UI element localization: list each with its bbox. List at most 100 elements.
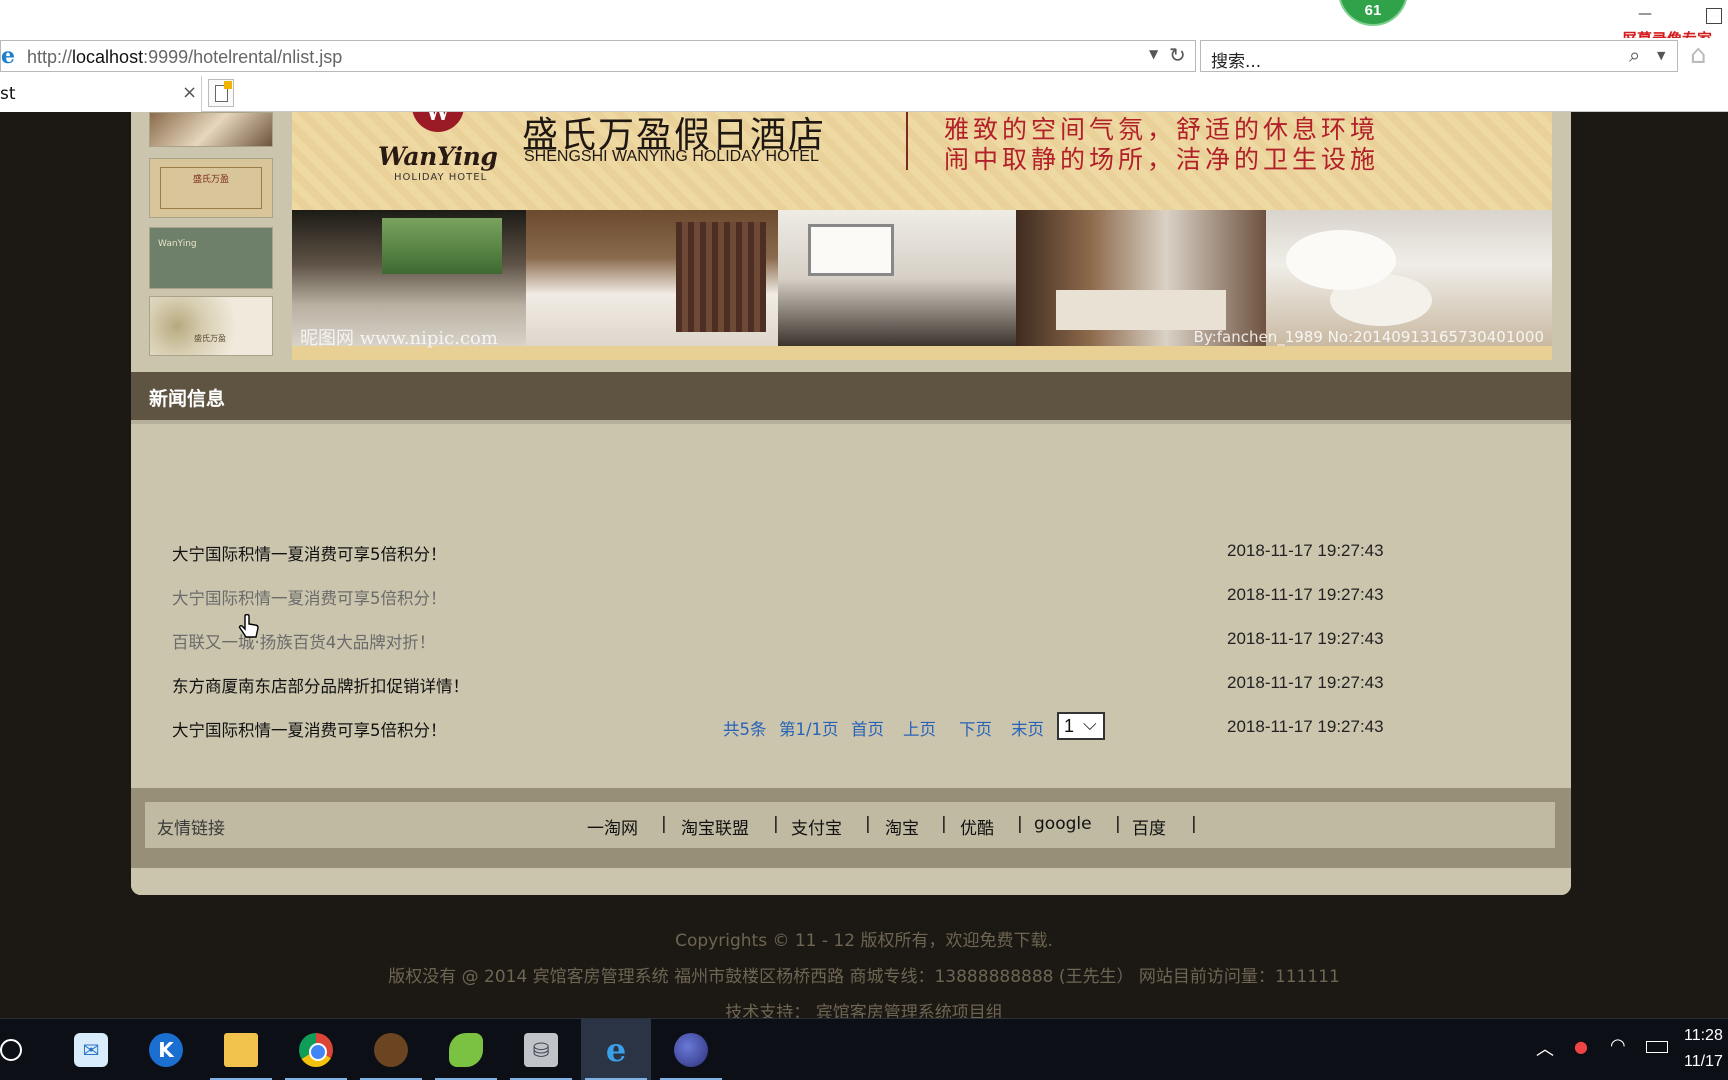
- game-app-icon[interactable]: [356, 1019, 426, 1080]
- hand-cursor-icon: [238, 614, 259, 638]
- refresh-icon[interactable]: ↻: [1169, 43, 1186, 67]
- home-icon[interactable]: ⌂: [1690, 40, 1707, 70]
- thumbnail-image[interactable]: WanYing: [149, 227, 273, 289]
- database-tool-icon[interactable]: ⛁: [506, 1019, 576, 1080]
- qq-icon[interactable]: ●: [1574, 1037, 1588, 1056]
- friend-link[interactable]: 一淘网: [587, 814, 638, 839]
- page-select-value: 1: [1064, 716, 1075, 736]
- news-item: 百联又一城·扬族百货4大品牌对折！ 2018-11-17 19:27:43: [172, 629, 1512, 659]
- friend-links-section: 友情链接 一淘网 | 淘宝联盟 | 支付宝 | 淘宝 | 优酷 | google…: [131, 788, 1571, 868]
- news-date: 2018-11-17 19:27:43: [1227, 629, 1384, 648]
- prev-page-link[interactable]: 上页: [903, 716, 936, 740]
- link-separator: |: [941, 814, 947, 834]
- friend-link[interactable]: 支付宝: [791, 814, 842, 839]
- news-title-link[interactable]: 大宁国际积情一夏消费可享5倍积分！: [172, 541, 447, 565]
- pager-current-page: 第1/1页: [779, 720, 839, 739]
- section-header: 新闻信息: [131, 372, 1571, 420]
- image-watermark: 昵图网 www.nipic.com: [300, 328, 498, 349]
- thumbnail-image[interactable]: 盛氏万盈: [149, 158, 273, 218]
- friend-link[interactable]: 淘宝联盟: [681, 814, 749, 839]
- battery-icon[interactable]: [1646, 1041, 1668, 1053]
- link-separator: |: [1017, 814, 1023, 834]
- news-item: 东方商厦南东店部分品牌折扣促销详情！ 2018-11-17 19:27:43: [172, 673, 1512, 703]
- hotel-logo-icon: W: [412, 112, 464, 132]
- link-separator: |: [773, 814, 779, 834]
- banner-brand-area: W WanYing HOLIDAY HOTEL 盛氏万盈假日酒店 SHENGSH…: [292, 112, 1552, 210]
- news-title-link[interactable]: 大宁国际积情一夏消费可享5倍积分！: [172, 585, 447, 609]
- tab-title: st: [0, 84, 16, 104]
- minimize-icon[interactable]: —: [1638, 6, 1656, 24]
- k-app-icon[interactable]: K: [131, 1019, 201, 1080]
- banner-divider: [906, 112, 908, 170]
- news-date: 2018-11-17 19:27:43: [1227, 717, 1384, 736]
- folder-icon: [224, 1033, 258, 1067]
- tab-current[interactable]: st ×: [0, 76, 202, 112]
- friend-links-label: 友情链接: [157, 819, 225, 839]
- news-item: 大宁国际积情一夏消费可享5倍积分！ 2018-11-17 19:27:43: [172, 585, 1512, 615]
- address-dropdown-icon[interactable]: ▼: [1149, 47, 1158, 61]
- news-title-link[interactable]: 东方商厦南东店部分品牌折扣促销详情！: [172, 673, 469, 697]
- search-icon[interactable]: ⌕: [1629, 43, 1640, 67]
- suite-photo: [1016, 210, 1266, 346]
- game-icon: [374, 1033, 408, 1067]
- news-date: 2018-11-17 19:27:43: [1227, 585, 1384, 604]
- footer-support: 技术支持： 宾馆客房管理系统项目组: [725, 1003, 1003, 1018]
- news-title-link[interactable]: 百联又一城·扬族百货4大品牌对折！: [172, 629, 435, 653]
- logo-subtitle: HOLIDAY HOTEL: [394, 172, 488, 183]
- next-page-link[interactable]: 下页: [959, 716, 992, 740]
- news-title-link[interactable]: 大宁国际积情一夏消费可享5倍积分！: [172, 717, 447, 741]
- leaf-app-icon[interactable]: [431, 1019, 501, 1080]
- link-separator: |: [1191, 814, 1197, 834]
- friend-link[interactable]: 百度: [1132, 814, 1166, 839]
- mail-app-icon[interactable]: ✉: [56, 1019, 126, 1080]
- friend-link[interactable]: 淘宝: [885, 814, 919, 839]
- last-page-link[interactable]: 末页: [1011, 716, 1044, 740]
- search-input[interactable]: 搜索...: [1211, 47, 1261, 72]
- image-watermark: By:fanchen_1989 No:20140913165730401000: [1193, 328, 1544, 346]
- url-text[interactable]: http://localhost:9999/hotelrental/nlist.…: [27, 47, 342, 68]
- file-explorer-icon[interactable]: [206, 1019, 276, 1080]
- clock-date[interactable]: 11/17: [1684, 1053, 1723, 1071]
- pager-total: 共5条: [723, 720, 767, 739]
- thumbnail-image[interactable]: [149, 112, 273, 147]
- search-circle-icon[interactable]: [0, 1039, 22, 1061]
- new-tab-icon[interactable]: [208, 79, 234, 107]
- first-page-link[interactable]: 首页: [851, 716, 884, 740]
- thumbnail-image[interactable]: 盛氏万盈: [149, 296, 273, 356]
- clock-time[interactable]: 11:28: [1684, 1027, 1723, 1045]
- leaf-icon: [449, 1033, 483, 1067]
- chrome-logo-icon: [299, 1033, 333, 1067]
- mail-icon: ✉: [74, 1033, 108, 1067]
- tab-strip: st ×: [0, 74, 1728, 112]
- thumbnail-logo-card: 盛氏万盈: [160, 167, 262, 209]
- page-header: 盛氏万盈 WanYing 盛氏万盈 W WanYing HOLIDAY HOTE…: [131, 112, 1571, 372]
- chevron-up-icon[interactable]: ︿: [1536, 1035, 1554, 1061]
- database-icon: ⛁: [524, 1033, 558, 1067]
- address-row: e http://localhost:9999/hotelrental/nlis…: [0, 38, 1728, 74]
- footer-copyright: Copyrights © 11 - 12 版权所有，欢迎免费下载.: [675, 931, 1053, 951]
- close-icon[interactable]: ×: [182, 82, 197, 103]
- friend-link[interactable]: google: [1034, 814, 1092, 834]
- news-list: 大宁国际积情一夏消费可享5倍积分！ 2018-11-17 19:27:43 大宁…: [131, 424, 1571, 804]
- search-dropdown-icon[interactable]: ▼: [1657, 49, 1665, 62]
- maximize-icon[interactable]: [1706, 8, 1722, 24]
- search-box[interactable]: 搜索... ⌕ ▼: [1200, 40, 1678, 72]
- eclipse-icon[interactable]: [656, 1019, 726, 1080]
- chrome-icon[interactable]: [281, 1019, 351, 1080]
- address-bar[interactable]: e http://localhost:9999/hotelrental/nlis…: [0, 40, 1196, 72]
- wifi-icon[interactable]: ◠: [1610, 1035, 1626, 1056]
- page-select[interactable]: 1 ⌵: [1057, 712, 1105, 740]
- browser-title-bar: —: [0, 0, 1728, 38]
- news-date: 2018-11-17 19:27:43: [1227, 541, 1384, 560]
- ie-page-icon: e: [1, 43, 15, 69]
- hotel-banner: W WanYing HOLIDAY HOTEL 盛氏万盈假日酒店 SHENGSH…: [292, 112, 1552, 360]
- link-separator: |: [661, 814, 667, 834]
- footer-info: 版权没有 @ 2014 宾馆客房管理系统 福州市鼓楼区杨桥西路 商城专线：138…: [388, 967, 1340, 987]
- ie-icon: e: [605, 1031, 627, 1069]
- eclipse-logo-icon: [674, 1033, 708, 1067]
- internet-explorer-icon[interactable]: e: [581, 1019, 651, 1080]
- friend-links-bar: 友情链接 一淘网 | 淘宝联盟 | 支付宝 | 淘宝 | 优酷 | google…: [145, 802, 1555, 848]
- friend-link[interactable]: 优酷: [960, 814, 994, 839]
- pagination: 共5条 第1/1页 首页 上页 下页 末页 1 ⌵: [723, 712, 1143, 742]
- thumbnail-caption: 盛氏万盈: [194, 334, 226, 343]
